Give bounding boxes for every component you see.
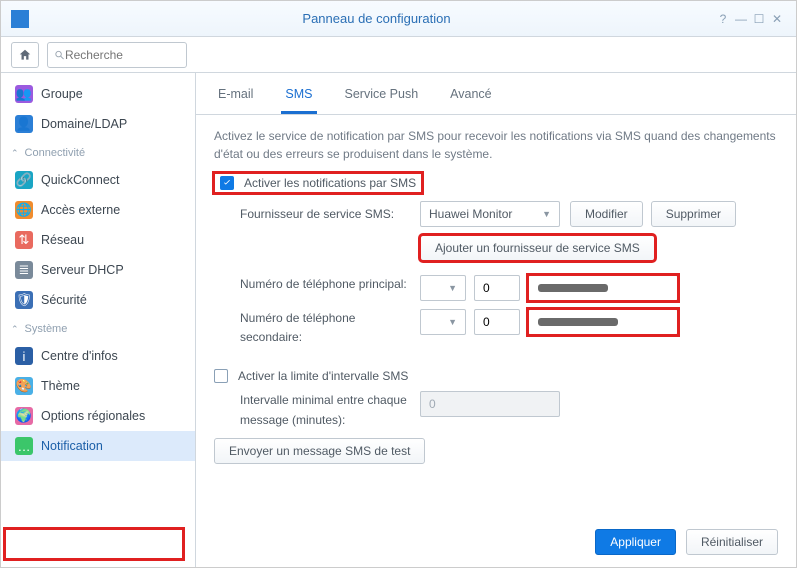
sidebar-item-label: Notification — [41, 439, 103, 453]
provider-select[interactable]: Huawei Monitor ▼ — [420, 201, 560, 227]
sidebar-item-domaine[interactable]: 👤 Domaine/LDAP — [1, 109, 195, 139]
chat-icon: … — [15, 437, 33, 455]
window-title: Panneau de configuration — [39, 11, 714, 26]
sidebar-item-securite[interactable]: 🛡 Sécurité — [1, 285, 195, 315]
dhcp-icon: ≣ — [15, 261, 33, 279]
sms-description: Activez le service de notification par S… — [214, 127, 778, 163]
chevron-down-icon: ▼ — [542, 209, 551, 219]
provider-label: Fournisseur de service SMS: — [240, 207, 420, 221]
modify-button[interactable]: Modifier — [570, 201, 643, 227]
home-icon — [18, 48, 32, 62]
info-icon: i — [15, 347, 33, 365]
close-icon[interactable]: ✕ — [768, 12, 786, 26]
chevron-down-icon: ▼ — [448, 283, 457, 293]
app-icon — [11, 10, 29, 28]
quickconnect-icon: 🔗 — [15, 171, 33, 189]
primary-phone-label: Numéro de téléphone principal: — [240, 275, 420, 294]
enable-sms-label: Activer les notifications par SMS — [244, 176, 416, 190]
search-input[interactable] — [65, 48, 180, 62]
sidebar-item-label: Domaine/LDAP — [41, 117, 127, 131]
tab-push[interactable]: Service Push — [341, 83, 423, 114]
interval-enable-label: Activer la limite d'intervalle SMS — [238, 369, 408, 383]
sidebar-item-acces-externe[interactable]: 🌐 Accès externe — [1, 195, 195, 225]
sidebar-item-options-regionales[interactable]: 🌍 Options régionales — [1, 401, 195, 431]
tab-email[interactable]: E-mail — [214, 83, 257, 114]
minimize-icon[interactable]: — — [732, 12, 750, 26]
sidebar-item-label: Serveur DHCP — [41, 263, 124, 277]
theme-icon: 🎨 — [15, 377, 33, 395]
secondary-country-select[interactable]: ▼ — [420, 309, 466, 335]
secondary-prefix-input[interactable] — [474, 309, 520, 335]
shield-icon: 🛡 — [15, 291, 33, 309]
sidebar-item-label: Centre d'infos — [41, 349, 118, 363]
redacted-text — [538, 284, 608, 292]
sidebar-item-label: Accès externe — [41, 203, 120, 217]
apply-button[interactable]: Appliquer — [595, 529, 676, 555]
sidebar-item-dhcp[interactable]: ≣ Serveur DHCP — [1, 255, 195, 285]
chevron-up-icon: ⌃ — [11, 324, 19, 335]
sidebar-item-label: QuickConnect — [41, 173, 120, 187]
annotation-highlight — [3, 527, 185, 561]
add-provider-button[interactable]: Ajouter un fournisseur de service SMS — [420, 235, 655, 261]
send-test-button[interactable]: Envoyer un message SMS de test — [214, 438, 425, 464]
provider-value: Huawei Monitor — [429, 207, 512, 221]
sidebar-item-centre-infos[interactable]: i Centre d'infos — [1, 341, 195, 371]
sidebar-section-systeme[interactable]: ⌃Système — [1, 315, 195, 341]
reset-button[interactable]: Réinitialiser — [686, 529, 778, 555]
interval-label: Intervalle minimal entre chaque message … — [240, 391, 420, 429]
ldap-icon: 👤 — [15, 115, 33, 133]
group-icon: 👥 — [15, 85, 33, 103]
sidebar-section-connectivite[interactable]: ⌃Connectivité — [1, 139, 195, 165]
enable-sms-checkbox[interactable] — [220, 176, 234, 190]
primary-country-select[interactable]: ▼ — [420, 275, 466, 301]
search-icon — [54, 49, 65, 61]
help-icon[interactable]: ? — [714, 12, 732, 26]
search-field[interactable] — [47, 42, 187, 68]
primary-prefix-input[interactable] — [474, 275, 520, 301]
sidebar-item-theme[interactable]: 🎨 Thème — [1, 371, 195, 401]
sidebar-item-label: Sécurité — [41, 293, 87, 307]
chevron-down-icon: ▼ — [448, 317, 457, 327]
tab-sms[interactable]: SMS — [281, 83, 316, 114]
external-icon: 🌐 — [15, 201, 33, 219]
sidebar-item-groupe[interactable]: 👥 Groupe — [1, 79, 195, 109]
sidebar-item-label: Groupe — [41, 87, 83, 101]
globe-icon: 🌍 — [15, 407, 33, 425]
sidebar-item-label: Options régionales — [41, 409, 145, 423]
network-icon: ⇅ — [15, 231, 33, 249]
chevron-up-icon: ⌃ — [11, 148, 19, 159]
sidebar-item-quickconnect[interactable]: 🔗 QuickConnect — [1, 165, 195, 195]
home-button[interactable] — [11, 42, 39, 68]
sidebar-item-label: Réseau — [41, 233, 84, 247]
maximize-icon[interactable]: ☐ — [750, 12, 768, 26]
sidebar-item-label: Thème — [41, 379, 80, 393]
sidebar-item-reseau[interactable]: ⇅ Réseau — [1, 225, 195, 255]
interval-input — [420, 391, 560, 417]
sidebar-item-notification[interactable]: … Notification — [1, 431, 195, 461]
redacted-text — [538, 318, 618, 326]
delete-button[interactable]: Supprimer — [651, 201, 736, 227]
interval-checkbox[interactable] — [214, 369, 228, 383]
tab-advanced[interactable]: Avancé — [446, 83, 495, 114]
secondary-phone-label: Numéro de téléphone secondaire: — [240, 309, 420, 347]
